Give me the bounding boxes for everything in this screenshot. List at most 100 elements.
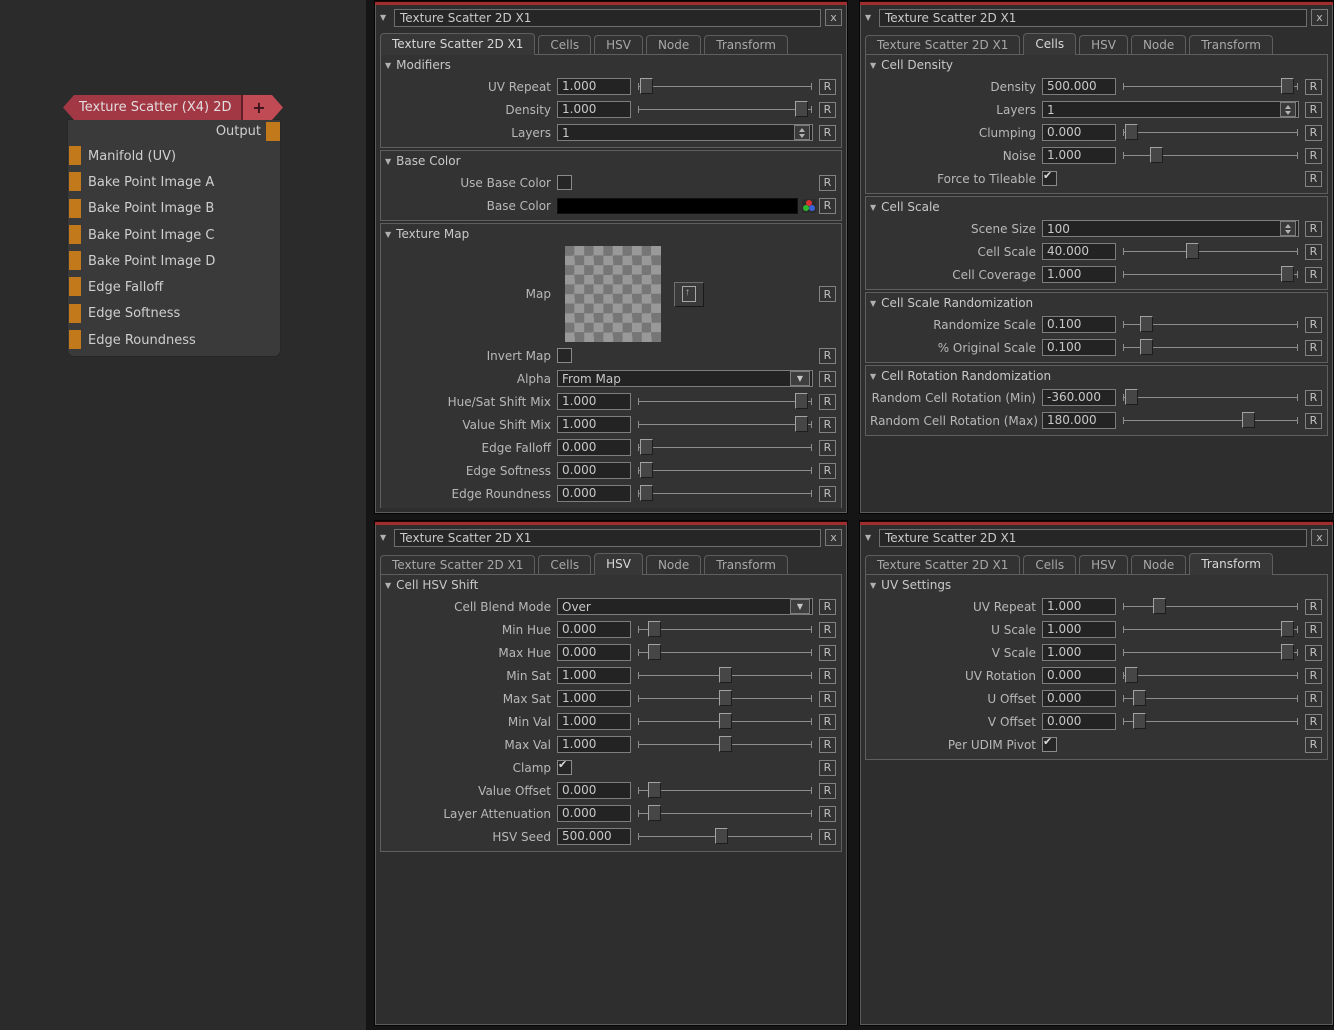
param-noise-field[interactable]: 1.000 [1042,147,1116,164]
param-uv-rotation-field[interactable]: 0.000 [1042,667,1116,684]
panel-title[interactable]: Texture Scatter 2D X1 [394,9,821,27]
tab-transform[interactable]: Transform [704,35,788,54]
param-cell-blend-mode-dropdown[interactable]: Over▼ [557,598,813,615]
param-edge-falloff-field[interactable]: 0.000 [557,439,631,456]
param-layers-field[interactable]: 1 [1042,101,1299,118]
slider-thumb[interactable] [1125,389,1138,405]
input-connector[interactable] [69,225,81,244]
input-connector[interactable] [69,304,81,323]
reset-button[interactable]: R [1305,645,1322,661]
section-header[interactable]: ▼Cell Scale [870,197,1323,217]
slider-thumb[interactable] [715,828,728,844]
tab-hsv[interactable]: HSV [1079,35,1128,54]
collapse-arrow-icon[interactable]: ▼ [385,230,391,239]
collapse-arrow-icon[interactable]: ▼ [870,299,876,308]
slider-thumb[interactable] [640,485,653,501]
input-connector[interactable] [69,251,81,270]
reset-button[interactable]: R [819,829,836,845]
tab-transform[interactable]: Transform [704,555,788,574]
tab-node[interactable]: Node [1131,555,1186,574]
close-button[interactable]: x [825,9,842,26]
reset-button[interactable]: R [1305,714,1322,730]
collapse-arrow-icon[interactable]: ▼ [380,13,390,22]
reset-button[interactable]: R [819,806,836,822]
tab-cells[interactable]: Cells [538,35,591,54]
param-uv-repeat-field[interactable]: 1.000 [1042,598,1116,615]
slider-thumb[interactable] [1242,412,1255,428]
load-image-button[interactable]: ↑ [674,282,704,307]
param-random-cell-rotation-min-field[interactable]: -360.000 [1042,389,1116,406]
stepper[interactable] [1280,102,1296,117]
tab-transform[interactable]: Transform [1189,553,1273,575]
param-v-offset-field[interactable]: 0.000 [1042,713,1116,730]
param-u-scale-slider[interactable] [1122,621,1299,638]
reset-button[interactable]: R [819,737,836,753]
tab-texture-scatter-2d-x1[interactable]: Texture Scatter 2D X1 [865,555,1020,574]
slider-thumb[interactable] [719,713,732,729]
section-header[interactable]: ▼Cell Scale Randomization [870,293,1323,313]
param-min-sat-field[interactable]: 1.000 [557,667,631,684]
close-button[interactable]: x [825,529,842,546]
reset-button[interactable]: R [1305,79,1322,95]
param-min-sat-slider[interactable] [637,667,813,684]
reset-button[interactable]: R [819,394,836,410]
stepper[interactable] [1280,221,1296,236]
reset-button[interactable]: R [1305,340,1322,356]
tab-texture-scatter-2d-x1[interactable]: Texture Scatter 2D X1 [380,33,535,55]
param-max-val-slider[interactable] [637,736,813,753]
param-original-scale-field[interactable]: 0.100 [1042,339,1116,356]
section-header[interactable]: ▼Cell Density [870,55,1323,75]
collapse-arrow-icon[interactable]: ▼ [385,61,391,70]
param-cell-scale-slider[interactable] [1122,243,1299,260]
reset-button[interactable]: R [1305,125,1322,141]
tab-transform[interactable]: Transform [1189,35,1273,54]
param-randomize-scale-field[interactable]: 0.100 [1042,316,1116,333]
reset-button[interactable]: R [1305,668,1322,684]
param-v-scale-field[interactable]: 1.000 [1042,644,1116,661]
reset-button[interactable]: R [819,79,836,95]
collapse-arrow-icon[interactable]: ▼ [865,533,875,542]
stepper-up-icon[interactable] [799,128,805,132]
panel-title[interactable]: Texture Scatter 2D X1 [879,529,1307,547]
param-per-udim-pivot-checkbox[interactable]: ✔ [1042,737,1057,752]
reset-button[interactable]: R [819,714,836,730]
param-edge-roundness-slider[interactable] [637,485,813,502]
collapse-arrow-icon[interactable]: ▼ [870,372,876,381]
param-cell-coverage-field[interactable]: 1.000 [1042,266,1116,283]
param-uv-repeat-field[interactable]: 1.000 [557,78,631,95]
param-layer-attenuation-slider[interactable] [637,805,813,822]
param-min-hue-slider[interactable] [637,621,813,638]
tab-texture-scatter-2d-x1[interactable]: Texture Scatter 2D X1 [865,35,1020,54]
param-random-cell-rotation-max-slider[interactable] [1122,412,1299,429]
collapse-arrow-icon[interactable]: ▼ [870,581,876,590]
param-force-to-tileable-checkbox[interactable]: ✔ [1042,171,1057,186]
slider-thumb[interactable] [1281,78,1294,94]
input-connector[interactable] [69,172,81,191]
slider-thumb[interactable] [1140,339,1153,355]
section-header[interactable]: ▼Cell HSV Shift [385,575,837,595]
stepper-up-icon[interactable] [1285,105,1291,109]
output-connector[interactable] [266,122,280,141]
param-edge-softness-slider[interactable] [637,462,813,479]
collapse-arrow-icon[interactable]: ▼ [865,13,875,22]
param-base-color-swatch[interactable] [557,198,798,214]
reset-button[interactable]: R [1305,102,1322,118]
node-add-button[interactable]: + [241,95,283,120]
param-value-offset-slider[interactable] [637,782,813,799]
param-cell-scale-field[interactable]: 40.000 [1042,243,1116,260]
param-random-cell-rotation-min-slider[interactable] [1122,389,1299,406]
panel-title[interactable]: Texture Scatter 2D X1 [879,9,1307,27]
param-max-val-field[interactable]: 1.000 [557,736,631,753]
tab-cells[interactable]: Cells [538,555,591,574]
param-min-val-field[interactable]: 1.000 [557,713,631,730]
stepper-down-icon[interactable] [799,134,805,138]
reset-button[interactable]: R [1305,599,1322,615]
param-original-scale-slider[interactable] [1122,339,1299,356]
reset-button[interactable]: R [1305,390,1322,406]
param-density-field[interactable]: 1.000 [557,101,631,118]
param-value-shift-mix-field[interactable]: 1.000 [557,416,631,433]
tab-node[interactable]: Node [646,35,701,54]
param-uv-rotation-slider[interactable] [1122,667,1299,684]
texture-map-thumbnail[interactable] [565,246,661,342]
reset-button[interactable]: R [1305,691,1322,707]
